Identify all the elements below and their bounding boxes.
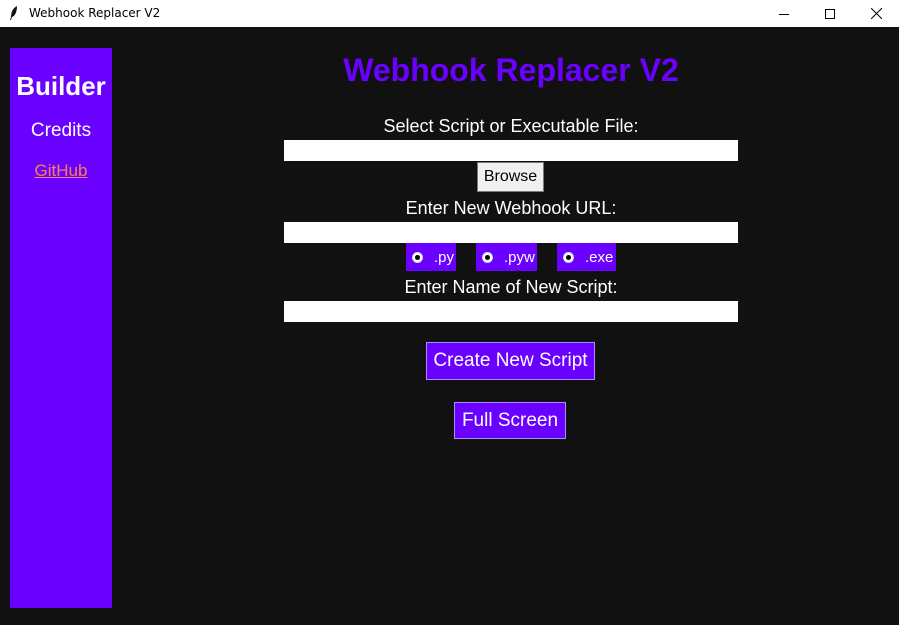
- close-icon: [870, 8, 882, 19]
- option-pyw-radio[interactable]: .pyw: [476, 243, 537, 271]
- file-path-input[interactable]: [284, 140, 738, 161]
- maximize-icon: [825, 8, 835, 19]
- script-name-input[interactable]: [284, 301, 738, 322]
- option-pyw-label: .pyw: [504, 248, 535, 266]
- maximize-button[interactable]: [807, 0, 853, 27]
- webhook-label: Enter New Webhook URL:: [405, 198, 617, 218]
- radio-dot-icon: [482, 251, 493, 263]
- page-title: Webhook Replacer V2: [343, 52, 679, 88]
- browse-button[interactable]: Browse: [477, 162, 544, 192]
- webhook-url-input[interactable]: [284, 222, 738, 243]
- script-name-label: Enter Name of New Script:: [404, 277, 618, 297]
- create-script-button[interactable]: Create New Script: [426, 342, 595, 380]
- option-py-radio[interactable]: .py: [406, 243, 456, 271]
- radio-dot-icon: [412, 251, 423, 263]
- close-button[interactable]: [853, 0, 899, 27]
- option-py-label: .py: [434, 248, 455, 266]
- option-exe-radio[interactable]: .exe: [557, 243, 616, 271]
- feather-icon: [10, 6, 17, 20]
- sidebar-item-builder[interactable]: Builder: [10, 71, 112, 102]
- minimize-icon: [779, 13, 789, 15]
- radio-dot-icon: [563, 251, 574, 263]
- github-link[interactable]: GitHub: [10, 161, 112, 181]
- sidebar-item-credits[interactable]: Credits: [10, 120, 112, 142]
- option-exe-label: .exe: [585, 248, 614, 266]
- sidebar: Builder Credits GitHub: [10, 48, 112, 608]
- window-title: Webhook Replacer V2: [29, 6, 161, 20]
- full-screen-button[interactable]: Full Screen: [454, 402, 566, 439]
- file-label: Select Script or Executable File:: [383, 116, 639, 136]
- minimize-button[interactable]: [761, 0, 807, 27]
- title-bar: Webhook Replacer V2: [0, 0, 899, 27]
